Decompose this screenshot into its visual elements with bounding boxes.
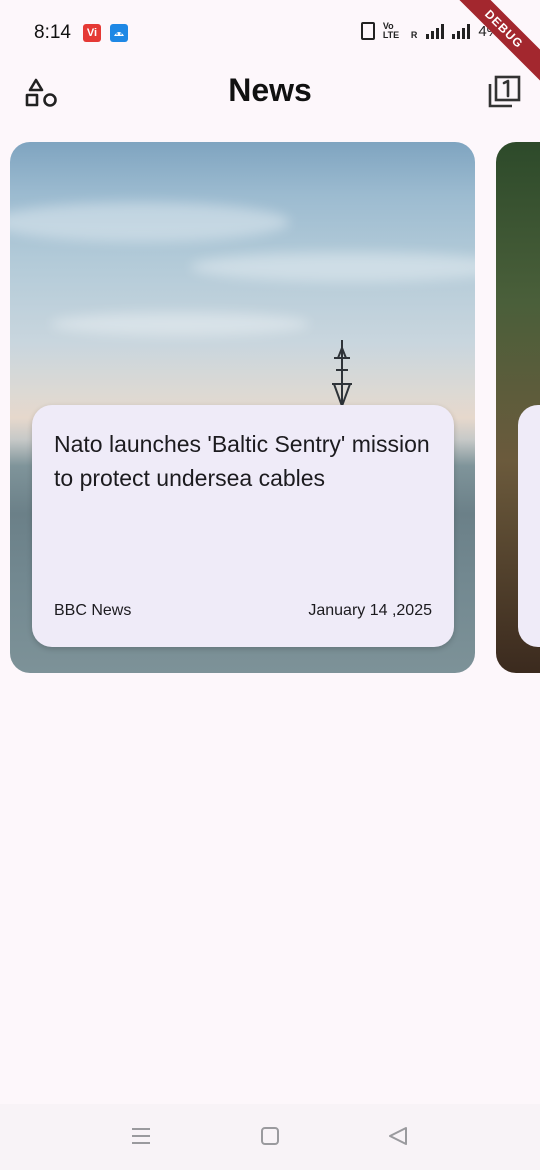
article-source: BBC News [54, 602, 132, 619]
back-triangle-icon[interactable] [386, 1124, 410, 1148]
article-date: January 14 ,2025 [308, 602, 432, 619]
ship-mast-icon [332, 340, 352, 406]
status-time: 8:14 [34, 22, 71, 43]
status-icons: Vo LTE R 4% [360, 21, 500, 40]
roaming-label: R [410, 30, 418, 40]
system-nav-bar [0, 1104, 540, 1170]
news-carousel[interactable]: Nato launches 'Baltic Sentry' mission to… [0, 142, 540, 674]
menu-icon[interactable] [129, 1124, 153, 1148]
news-card[interactable]: Nato launches 'Baltic Sentry' mission to… [10, 142, 475, 673]
screen: 8:14 Vi Vo LTE R 4% DEBUG News Nato laun… [0, 0, 540, 1170]
article-info-panel: Nato launches 'Baltic Sentry' mission to… [32, 405, 454, 647]
home-square-icon[interactable] [258, 1124, 282, 1148]
volte-icon: Vo LTE [382, 21, 400, 40]
status-bar: 8:14 Vi Vo LTE R 4% [0, 0, 540, 64]
signal-2-icon [452, 23, 471, 39]
app-notification-icon [110, 24, 128, 42]
page-title: News [228, 72, 312, 108]
filter-1-icon[interactable] [484, 72, 524, 112]
news-card-next[interactable] [496, 142, 540, 673]
signal-icon [426, 23, 445, 39]
vibrate-icon [360, 22, 375, 40]
article-info-panel-next [518, 405, 540, 647]
app-bar: News [0, 64, 540, 124]
vi-notification-icon: Vi [83, 24, 101, 42]
article-title: Nato launches 'Baltic Sentry' mission to… [54, 431, 430, 491]
